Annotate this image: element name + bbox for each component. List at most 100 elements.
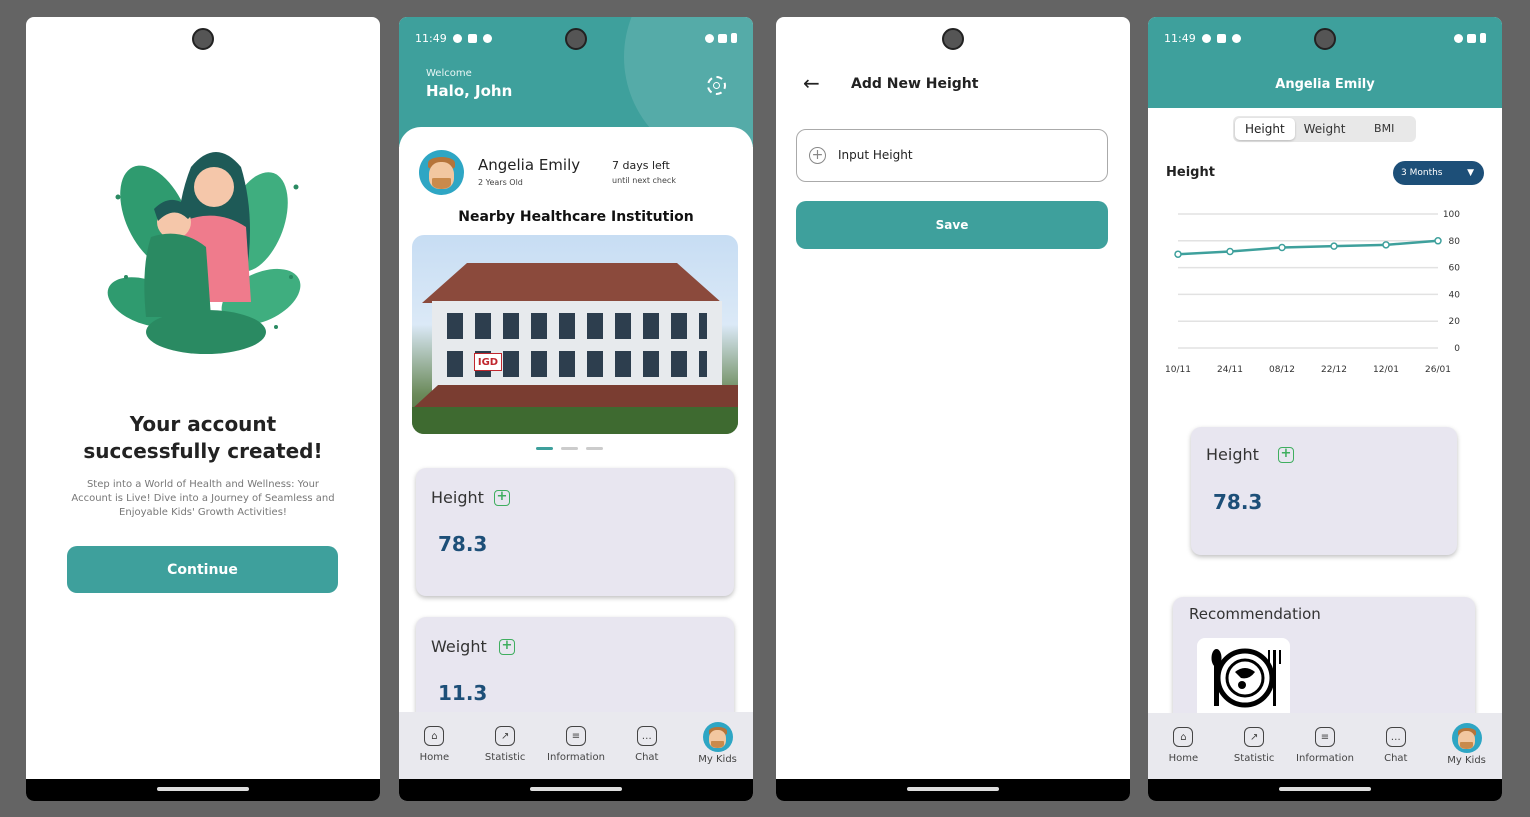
height-series-line bbox=[1177, 239, 1439, 256]
carousel-dot[interactable] bbox=[586, 447, 603, 450]
weight-value: 11.3 bbox=[438, 681, 488, 705]
carousel-dot[interactable] bbox=[561, 447, 578, 450]
carousel-dot-active[interactable] bbox=[536, 447, 553, 450]
system-nav-bar bbox=[26, 779, 380, 801]
system-nav-bar bbox=[1148, 779, 1502, 801]
settings-icon-center bbox=[713, 82, 720, 89]
continue-button[interactable]: Continue bbox=[67, 546, 338, 593]
statistic-icon: ↗ bbox=[495, 726, 516, 746]
x-tick-label: 12/01 bbox=[1373, 365, 1399, 375]
add-circle-icon: + bbox=[809, 147, 826, 164]
nav-information-label: Information bbox=[547, 752, 605, 763]
tab-bmi[interactable]: BMI bbox=[1354, 118, 1414, 140]
success-title-line2: successfully created! bbox=[83, 439, 323, 463]
bottom-navigation: ⌂ Home ↗ Statistic ≡ Information … Chat My K… bbox=[1148, 713, 1502, 781]
nav-my-kids-label: My Kids bbox=[1447, 755, 1486, 766]
height-card[interactable]: Height + 78.3 bbox=[416, 468, 734, 596]
front-camera bbox=[1314, 28, 1336, 50]
height-input[interactable]: + Input Height bbox=[796, 129, 1108, 182]
height-data-point bbox=[1278, 243, 1286, 252]
back-arrow-icon[interactable]: ← bbox=[803, 73, 820, 93]
chevron-down-icon: ▼ bbox=[1467, 168, 1474, 178]
home-gesture-pill[interactable] bbox=[907, 787, 999, 791]
building-windows bbox=[447, 313, 707, 339]
nav-chat-label: Chat bbox=[1384, 753, 1408, 764]
healthcare-photo[interactable]: IGD bbox=[412, 235, 738, 434]
kid-detail-screen: 11:49 Angelia Emily Height Weight BMI He… bbox=[1148, 17, 1502, 801]
child-avatar[interactable] bbox=[419, 150, 464, 195]
nav-home[interactable]: ⌂ Home bbox=[404, 726, 464, 763]
page-title: Add New Height bbox=[851, 76, 979, 92]
add-height-screen: ← Add New Height + Input Height Save bbox=[776, 17, 1130, 801]
height-data-point bbox=[1174, 250, 1182, 258]
wifi-icon bbox=[705, 33, 714, 43]
nav-chat[interactable]: … Chat bbox=[1366, 727, 1426, 764]
add-weight-icon[interactable]: + bbox=[499, 639, 515, 655]
nav-chat[interactable]: … Chat bbox=[617, 726, 677, 763]
nav-statistic[interactable]: ↗ Statistic bbox=[1224, 727, 1284, 764]
save-button[interactable]: Save bbox=[796, 201, 1108, 249]
height-data-point bbox=[1226, 247, 1234, 256]
days-left: 7 days left bbox=[612, 159, 670, 172]
home-gesture-pill[interactable] bbox=[530, 787, 622, 791]
information-icon: ≡ bbox=[565, 726, 586, 746]
signal-icon bbox=[718, 33, 727, 43]
height-data-point bbox=[1434, 237, 1442, 245]
success-description: Step into a World of Health and Wellness… bbox=[71, 479, 335, 518]
header-title: Angelia Emily bbox=[1275, 77, 1375, 92]
mother-child-illustration bbox=[107, 152, 301, 354]
height-card[interactable]: Height + 78.3 bbox=[1191, 427, 1457, 555]
success-title: Your account successfully created! bbox=[26, 411, 380, 465]
nav-home-label: Home bbox=[1168, 753, 1199, 764]
my-kids-avatar bbox=[1451, 723, 1482, 753]
home-content: Angelia Emily 2 Years Old 7 days left un… bbox=[399, 127, 753, 801]
child-age: 2 Years Old bbox=[478, 178, 523, 187]
y-tick-label: 40 bbox=[1449, 290, 1461, 300]
success-title-line1: Your account bbox=[129, 412, 277, 436]
x-tick-label: 22/12 bbox=[1321, 365, 1347, 375]
home-gesture-pill[interactable] bbox=[157, 787, 249, 791]
tab-height[interactable]: Height bbox=[1235, 118, 1295, 140]
bottom-navigation: ⌂ Home ↗ Statistic ≡ Information … Chat My K… bbox=[399, 712, 753, 780]
nav-my-kids[interactable]: My Kids bbox=[1437, 723, 1497, 766]
settings-icon[interactable] bbox=[707, 76, 726, 95]
weight-label: Weight bbox=[431, 637, 487, 656]
success-screen: Your account successfully created! Step … bbox=[26, 17, 380, 801]
home-icon: ⌂ bbox=[1173, 727, 1194, 747]
greeting: Halo, John bbox=[426, 82, 513, 100]
front-camera bbox=[565, 28, 587, 50]
system-nav-bar bbox=[776, 779, 1130, 801]
nav-information[interactable]: ≡ Information bbox=[1295, 727, 1355, 764]
system-nav-bar bbox=[399, 779, 753, 801]
carousel-dots bbox=[536, 447, 603, 450]
nav-my-kids[interactable]: My Kids bbox=[688, 722, 748, 765]
wifi-icon bbox=[1454, 33, 1463, 43]
y-tick-label: 100 bbox=[1443, 210, 1460, 220]
chart-title: Height bbox=[1166, 165, 1215, 180]
nav-home[interactable]: ⌂ Home bbox=[1153, 727, 1213, 764]
nav-statistic[interactable]: ↗ Statistic bbox=[475, 726, 535, 763]
y-tick-label: 0 bbox=[1454, 344, 1460, 354]
battery-icon bbox=[1480, 33, 1486, 43]
nav-information[interactable]: ≡ Information bbox=[546, 726, 606, 763]
status-icon bbox=[1231, 33, 1241, 43]
metric-tabs: Height Weight BMI bbox=[1233, 116, 1416, 142]
add-height-icon[interactable]: + bbox=[494, 490, 510, 506]
status-icon bbox=[467, 33, 477, 43]
home-gesture-pill[interactable] bbox=[1279, 787, 1371, 791]
avatar-beard bbox=[1459, 741, 1474, 749]
add-height-icon[interactable]: + bbox=[1278, 447, 1294, 463]
status-icon bbox=[1201, 33, 1211, 43]
front-camera bbox=[192, 28, 214, 50]
x-tick-label: 24/11 bbox=[1217, 365, 1243, 375]
tab-weight[interactable]: Weight bbox=[1295, 118, 1355, 140]
igd-sign: IGD bbox=[474, 353, 502, 371]
signal-icon bbox=[1467, 33, 1476, 43]
period-dropdown[interactable]: 3 Months ▼ bbox=[1393, 161, 1484, 185]
front-camera bbox=[942, 28, 964, 50]
y-tick-label: 60 bbox=[1449, 264, 1461, 274]
status-icon bbox=[482, 33, 492, 43]
avatar-beard bbox=[431, 177, 452, 189]
nav-statistic-label: Statistic bbox=[484, 752, 526, 763]
battery-icon bbox=[731, 33, 737, 43]
